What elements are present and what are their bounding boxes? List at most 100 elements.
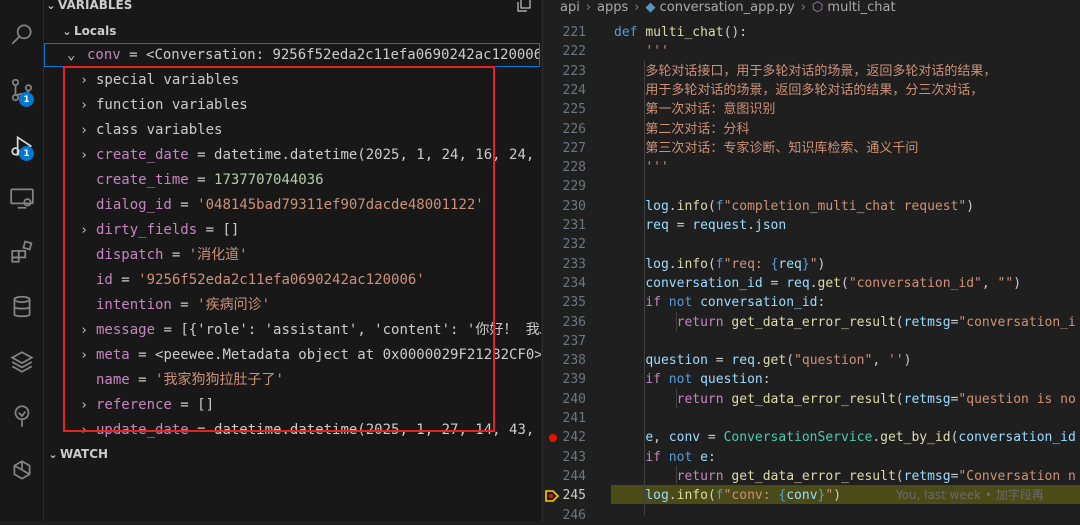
code-line[interactable]: 226 第二次对话：分科	[542, 120, 1080, 139]
variable-row[interactable]: dispatch = '消化道'	[44, 243, 541, 268]
chevron-right-icon[interactable]: ›	[77, 343, 91, 368]
conv-variable-row[interactable]: ⌄ conv = <Conversation: 9256f52eda2c11ef…	[44, 43, 540, 67]
variable-value: '疾病问诊'	[197, 297, 271, 313]
code-line-current[interactable]: 245 log.info(f"conv: {conv}") You, last …	[542, 486, 1080, 505]
chevron-down-icon: ⌄	[46, 0, 56, 12]
tree-icon[interactable]	[0, 396, 43, 436]
code-line[interactable]: 231 req = request.json	[542, 216, 1080, 235]
chevron-right-icon[interactable]: ›	[77, 318, 91, 343]
activity-bar: 1 1	[0, 0, 44, 521]
watch-header-label: WATCH	[60, 447, 109, 461]
code-line[interactable]: 237	[542, 332, 1080, 351]
variable-name: update_date	[96, 422, 189, 438]
code-line[interactable]: 238 question = req.get("question", '')	[542, 351, 1080, 370]
variable-row[interactable]: create_time = 1737707044036	[44, 168, 541, 193]
code-line[interactable]: 232	[542, 235, 1080, 254]
breadcrumb-item[interactable]: api	[560, 0, 580, 15]
chevron-down-icon: ⌄	[67, 47, 76, 63]
chevron-right-icon[interactable]: ›	[77, 418, 91, 443]
layers-icon[interactable]	[0, 342, 43, 382]
variable-row[interactable]: id = '9256f52eda2c11efa0690242ac120006'	[44, 268, 541, 293]
variable-row[interactable]: intention = '疾病问诊'	[44, 293, 541, 318]
python-file-icon: ◆	[645, 0, 656, 15]
variable-name: name	[96, 372, 130, 388]
variable-name: id	[96, 272, 113, 288]
variable-value: '048145bad79311ef907dacde48001122'	[197, 197, 484, 213]
variable-value: <peewee.Metadata object at 0x0000029F212…	[155, 347, 541, 363]
chevron-right-icon[interactable]: ›	[77, 93, 91, 118]
variable-value: datetime.datetime(2025, 1, 27, 14, 43, 1…	[214, 422, 541, 438]
code-line[interactable]: 230 log.info(f"completion_multi_chat req…	[542, 197, 1080, 216]
variables-header-label: VARIABLES	[58, 0, 133, 12]
variable-row[interactable]: › update_date = datetime.datetime(2025, 1…	[44, 418, 541, 443]
variable-name: intention	[96, 297, 172, 313]
variable-name: message	[96, 322, 156, 338]
breadcrumb-symbol[interactable]: multi_chat	[827, 0, 895, 15]
breadcrumb-item[interactable]: apps	[597, 0, 628, 15]
breadcrumb-file[interactable]: conversation_app.py	[660, 0, 795, 15]
variable-name: meta	[96, 347, 130, 363]
variable-value: 1737707044036	[214, 172, 324, 188]
code-line[interactable]: 246	[542, 506, 1080, 525]
code-line[interactable]: 227 第三次对话：专家诊断、知识库检索、通义千问	[542, 139, 1080, 158]
variable-row[interactable]: › message = [{'role': 'assistant', 'conte…	[44, 318, 541, 343]
variable-value: []	[197, 397, 215, 413]
chevron-right-icon[interactable]: ›	[77, 118, 91, 143]
code-line[interactable]: 239 if not question:	[542, 370, 1080, 389]
run-debug-badge: 1	[19, 146, 34, 161]
chevron-right-icon[interactable]: ›	[77, 218, 91, 243]
run-debug-icon[interactable]	[0, 126, 43, 166]
code-line[interactable]: 225 第一次对话：意图识别	[542, 100, 1080, 119]
breakpoint-icon[interactable]	[549, 434, 557, 442]
variable-row[interactable]: dialog_id = '048145bad79311ef907dacde480…	[44, 193, 541, 218]
locals-label: Locals	[74, 24, 117, 38]
conv-variable-value: <Conversation: 9256f52eda2c11efa0690242a…	[146, 47, 540, 63]
variable-value: '消化道'	[188, 247, 248, 263]
variable-row[interactable]: › special variables	[44, 68, 541, 93]
variable-row[interactable]: › function variables	[44, 93, 541, 118]
code-line[interactable]: 241	[542, 409, 1080, 428]
code-line[interactable]: 240 return get_data_error_result(retmsg=…	[542, 390, 1080, 409]
code-line[interactable]: 223 多轮对话接口，用于多轮对话的场景，返回多轮对话的结果，	[542, 62, 1080, 81]
code-line[interactable]: 236 return get_data_error_result(retmsg=…	[542, 313, 1080, 332]
collapse-all-icon[interactable]	[517, 0, 531, 12]
extensions-icon[interactable]	[0, 232, 43, 272]
variable-value: '我家狗狗拉肚子了'	[155, 372, 284, 388]
chevron-right-icon[interactable]: ›	[77, 143, 91, 168]
source-control-badge: 1	[19, 92, 34, 107]
chevron-down-icon: ⌄	[62, 24, 72, 38]
code-line[interactable]: 228 '''	[542, 158, 1080, 177]
variable-row[interactable]: › create_date = datetime.datetime(2025, 1…	[44, 143, 541, 168]
code-line[interactable]: 244 return get_data_error_result(retmsg=…	[542, 467, 1080, 486]
variable-row[interactable]: name = '我家狗狗拉肚子了'	[44, 368, 541, 393]
variable-row[interactable]: › reference = []	[44, 393, 541, 418]
code-line[interactable]: 235 if not conversation_id:	[542, 293, 1080, 312]
git-blame-ghost-text: You, last week • 加字段再	[895, 488, 1044, 503]
variable-row[interactable]: › class variables	[44, 118, 541, 143]
variable-row[interactable]: › dirty_fields = []	[44, 218, 541, 243]
search-icon[interactable]	[0, 14, 43, 54]
variable-value: [{'role': 'assistant', 'content': '你好！ 我…	[180, 322, 541, 338]
watch-section-header[interactable]: ⌄ WATCH	[44, 443, 108, 465]
variable-row[interactable]: › meta = <peewee.Metadata object at 0x000…	[44, 343, 541, 368]
remote-explorer-icon[interactable]	[0, 178, 43, 218]
database-icon[interactable]	[0, 287, 43, 327]
variable-name: function variables	[96, 97, 248, 113]
code-line[interactable]: 242 e, conv = ConversationService.get_by…	[542, 428, 1080, 447]
code-line[interactable]: 229	[542, 177, 1080, 196]
code-line[interactable]: 221 def multi_chat():	[542, 23, 1080, 42]
variable-value: []	[222, 222, 240, 238]
chevron-down-icon: ⌄	[48, 447, 58, 461]
variables-section-header[interactable]: ⌄ VARIABLES	[44, 0, 541, 16]
variable-name: class variables	[96, 122, 223, 138]
code-line[interactable]: 233 log.info(f"req: {req}")	[542, 255, 1080, 274]
breadcrumb: api › apps › ◆ conversation_app.py › ⬡ multi_c…	[560, 0, 896, 15]
chevron-right-icon[interactable]: ›	[77, 68, 91, 93]
chevron-right-icon[interactable]: ›	[77, 393, 91, 418]
code-line[interactable]: 234 conversation_id = req.get("conversat…	[542, 274, 1080, 293]
locals-scope-row[interactable]: ⌄ Locals	[44, 20, 116, 42]
code-line[interactable]: 222 '''	[542, 42, 1080, 61]
openai-icon[interactable]	[0, 451, 43, 491]
code-line[interactable]: 243 if not e:	[542, 448, 1080, 467]
code-line[interactable]: 224 用于多轮对话的场景，返回多轮对话的结果，分三次对话，	[542, 81, 1080, 100]
